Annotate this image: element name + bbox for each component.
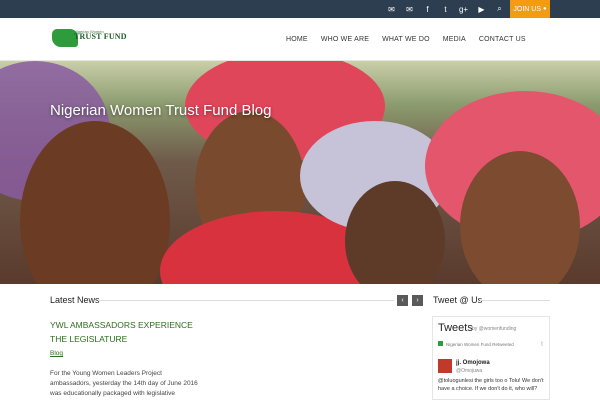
- youtube-icon[interactable]: ▶: [473, 0, 490, 18]
- user-icon: ●: [543, 6, 547, 12]
- envelope-icon[interactable]: ✉: [383, 0, 400, 18]
- hero-title: Nigerian Women Trust Fund Blog: [50, 102, 272, 119]
- divider: [480, 300, 550, 301]
- envelope-icon[interactable]: ✉: [401, 0, 418, 18]
- next-button[interactable]: ›: [412, 295, 423, 306]
- site-logo[interactable]: Nigerian Women TRUST FUND: [52, 29, 187, 49]
- tweet-text: @toluogunlesi the girls too o Tolu! We d…: [438, 378, 544, 392]
- search-icon[interactable]: ⌕: [491, 0, 508, 18]
- main-nav: HOME WHO WE ARE WHAT WE DO MEDIA CONTACT…: [286, 18, 526, 61]
- retweet-icon: [438, 341, 443, 346]
- nav-who-we-are[interactable]: WHO WE ARE: [321, 36, 369, 43]
- logo-name: TRUST FUND: [74, 32, 127, 41]
- prev-button[interactable]: ‹: [397, 295, 408, 306]
- twitter-widget: Tweets by @womenfunding Nigerian Women F…: [432, 316, 550, 400]
- googleplus-icon[interactable]: g+: [455, 0, 472, 18]
- nav-what-we-do[interactable]: WHAT WE DO: [382, 36, 430, 43]
- nav-home[interactable]: HOME: [286, 36, 308, 43]
- retweeted-label: Nigerian Women Fund Retweeted: [446, 342, 514, 347]
- post-title[interactable]: YWL AMBASSADORS EXPERIENCE THE LEGISLATU…: [50, 318, 210, 346]
- twitter-icon[interactable]: t: [437, 0, 454, 18]
- post-excerpt: For the Young Women Leaders Project amba…: [50, 370, 198, 397]
- nav-media[interactable]: MEDIA: [443, 36, 466, 43]
- social-icons: ✉ ✉ f t g+ ▶ ⌕: [382, 0, 508, 18]
- latest-news-title: Latest News: [50, 295, 100, 305]
- divider: [98, 300, 394, 301]
- tweet-user-name[interactable]: jj. Omojowa: [456, 360, 490, 366]
- tweets-by[interactable]: by @womenfunding: [472, 326, 516, 332]
- nav-contact-us[interactable]: CONTACT US: [479, 36, 526, 43]
- tweet-user-handle[interactable]: @Omojuwa: [456, 368, 482, 374]
- post-category[interactable]: Blog: [50, 350, 63, 357]
- site-header: Nigerian Women TRUST FUND HOME WHO WE AR…: [0, 18, 600, 61]
- twitter-bird-icon: t: [541, 341, 543, 348]
- tweets-heading: Tweets: [438, 322, 473, 334]
- top-bar: ✉ ✉ f t g+ ▶ ⌕ JOIN US ●: [0, 0, 600, 18]
- avatar[interactable]: [438, 359, 452, 373]
- join-us-label: JOIN US: [513, 5, 541, 13]
- tweet-us-title: Tweet @ Us: [433, 295, 483, 305]
- hero-banner: Nigerian Women Trust Fund Blog: [0, 61, 600, 284]
- facebook-icon[interactable]: f: [419, 0, 436, 18]
- join-us-button[interactable]: JOIN US ●: [510, 0, 550, 18]
